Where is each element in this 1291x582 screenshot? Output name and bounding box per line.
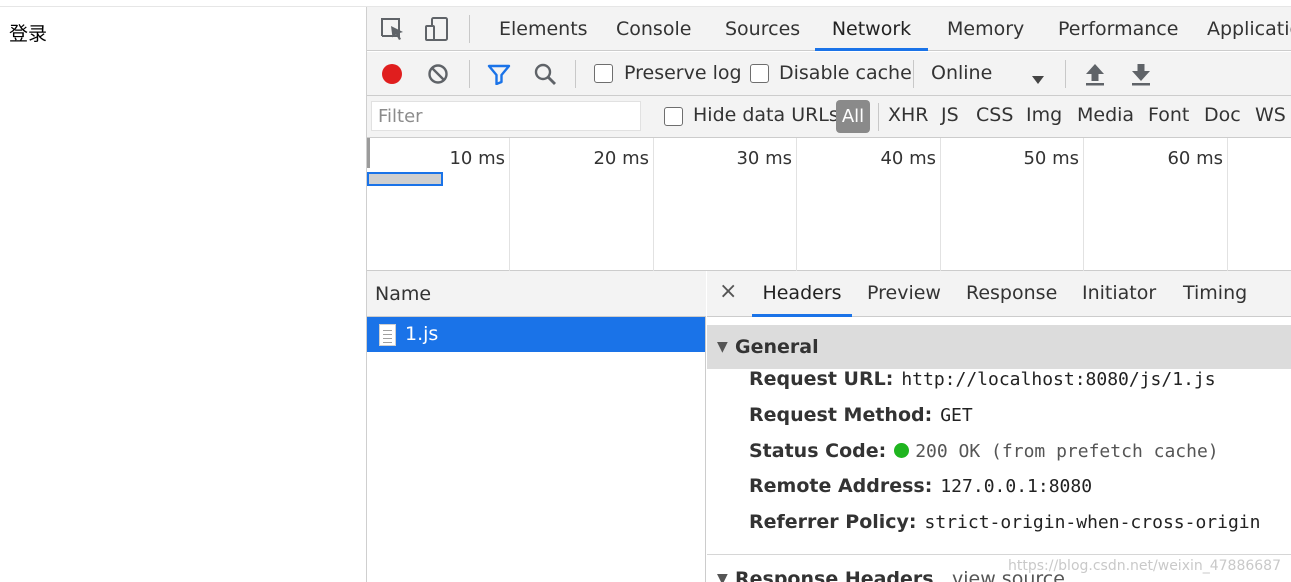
filter-type-font[interactable]: Font [1148, 104, 1189, 126]
request-method-key: Request Method: [749, 404, 933, 426]
search-icon[interactable] [533, 62, 557, 90]
remote-address-row: Remote Address: 127.0.0.1:8080 [749, 475, 1092, 497]
tab-console[interactable]: Console [616, 7, 691, 51]
overview-tick: 30 ms [736, 148, 792, 169]
close-icon[interactable]: × [719, 279, 737, 304]
preserve-log-label[interactable]: Preserve log [624, 62, 742, 84]
status-code-value: 200 OK (from prefetch cache) [915, 441, 1219, 462]
overview-gridline [1227, 138, 1228, 271]
overview-request-bar [367, 172, 443, 186]
remote-address-value: 127.0.0.1:8080 [940, 476, 1093, 497]
request-list: Name 1.js [367, 271, 706, 582]
overview-tick: 50 ms [1023, 148, 1079, 169]
overview-gridline [509, 138, 510, 271]
filter-type-xhr[interactable]: XHR [888, 104, 929, 126]
disable-cache-label[interactable]: Disable cache [779, 62, 912, 84]
filter-bar: Hide data URLs All XHR JS CSS Img Media … [367, 96, 1291, 138]
device-toolbar-icon[interactable] [423, 15, 451, 43]
status-code-key: Status Code: [749, 440, 887, 462]
referrer-policy-key: Referrer Policy: [749, 511, 917, 533]
general-section-header[interactable]: ▼ General [707, 325, 1291, 369]
tab-response[interactable]: Response [966, 271, 1057, 317]
page-content: 登录 [0, 7, 366, 582]
login-link[interactable]: 登录 [9, 19, 47, 46]
name-column-header[interactable]: Name [367, 271, 706, 317]
overview-tick: 60 ms [1167, 148, 1223, 169]
tab-performance[interactable]: Performance [1058, 7, 1178, 51]
filter-type-img[interactable]: Img [1026, 104, 1062, 126]
toolbar-separator [1065, 60, 1066, 88]
status-code-row: Status Code: 200 OK (from prefetch cache) [749, 440, 1219, 462]
remote-address-key: Remote Address: [749, 475, 933, 497]
filter-type-ws[interactable]: WS [1255, 104, 1286, 126]
filter-icon[interactable] [487, 63, 511, 89]
network-overview[interactable]: 10 ms 20 ms 30 ms 40 ms 50 ms 60 ms [367, 138, 1291, 271]
tab-timing[interactable]: Timing [1183, 271, 1247, 317]
inspect-element-icon[interactable] [379, 15, 407, 43]
request-method-value: GET [940, 405, 973, 426]
tab-headers[interactable]: Headers [752, 271, 852, 317]
overview-gridline [940, 138, 941, 271]
referrer-policy-value: strict-origin-when-cross-origin [924, 512, 1261, 533]
detail-tabbar: × Headers Preview Response Initiator Tim… [707, 271, 1291, 317]
toolbar-separator [469, 60, 470, 88]
file-icon [379, 324, 396, 346]
toolbar-separator [913, 60, 914, 88]
tab-preview[interactable]: Preview [867, 271, 941, 317]
overview-gridline [653, 138, 654, 271]
toolbar-separator [575, 60, 576, 88]
tab-memory[interactable]: Memory [947, 7, 1024, 51]
request-url-value: http://localhost:8080/js/1.js [901, 369, 1216, 390]
request-url-key: Request URL: [749, 368, 894, 390]
triangle-down-icon: ▼ [717, 571, 728, 582]
overview-gridline [796, 138, 797, 271]
request-url-row: Request URL: http://localhost:8080/js/1.j… [749, 368, 1216, 390]
request-detail: × Headers Preview Response Initiator Tim… [707, 271, 1291, 582]
filter-type-css[interactable]: CSS [976, 104, 1013, 126]
filterbar-separator [878, 103, 879, 131]
filter-type-doc[interactable]: Doc [1204, 104, 1241, 126]
overview-start-marker [367, 138, 370, 168]
response-headers-title: Response Headers [735, 568, 934, 582]
network-toolbar: Preserve log Disable cache Online [367, 52, 1291, 96]
hide-data-urls-label[interactable]: Hide data URLs [693, 104, 839, 126]
request-name: 1.js [405, 323, 439, 345]
filter-input[interactable] [371, 101, 641, 131]
watermark: https://blog.csdn.net/weixin_47886687 [1007, 558, 1281, 574]
filter-type-all[interactable]: All [836, 100, 870, 133]
disable-cache-checkbox[interactable] [750, 64, 769, 83]
referrer-policy-row: Referrer Policy: strict-origin-when-cross… [749, 511, 1260, 533]
clear-icon[interactable] [427, 63, 449, 89]
status-ok-icon [894, 443, 910, 458]
record-button[interactable] [381, 63, 403, 89]
tab-application[interactable]: Applicatio [1207, 7, 1291, 51]
devtools-panel: Elements Console Sources Network Memory … [366, 7, 1291, 582]
request-method-row: Request Method: GET [749, 404, 973, 426]
throttling-select[interactable]: Online [931, 62, 992, 84]
general-title: General [735, 336, 819, 358]
overview-tick: 40 ms [880, 148, 936, 169]
chevron-down-icon[interactable] [1031, 70, 1045, 89]
tab-elements[interactable]: Elements [499, 7, 588, 51]
top-border [0, 0, 1291, 7]
overview-tick: 10 ms [449, 148, 505, 169]
tabbar-separator [469, 15, 470, 43]
preserve-log-checkbox[interactable] [594, 64, 613, 83]
filter-type-js[interactable]: JS [941, 104, 959, 126]
filter-type-media[interactable]: Media [1077, 104, 1134, 126]
triangle-down-icon: ▼ [717, 339, 728, 355]
overview-gridline [1083, 138, 1084, 271]
export-har-icon[interactable] [1130, 62, 1152, 90]
tab-initiator[interactable]: Initiator [1082, 271, 1156, 317]
hide-data-urls-checkbox[interactable] [664, 107, 683, 126]
section-divider [707, 554, 1291, 555]
devtools-tabbar: Elements Console Sources Network Memory … [367, 7, 1291, 51]
import-har-icon[interactable] [1084, 62, 1106, 90]
request-row[interactable]: 1.js [367, 317, 705, 352]
tab-network[interactable]: Network [815, 7, 928, 51]
overview-tick: 20 ms [593, 148, 649, 169]
tab-sources[interactable]: Sources [725, 7, 800, 51]
